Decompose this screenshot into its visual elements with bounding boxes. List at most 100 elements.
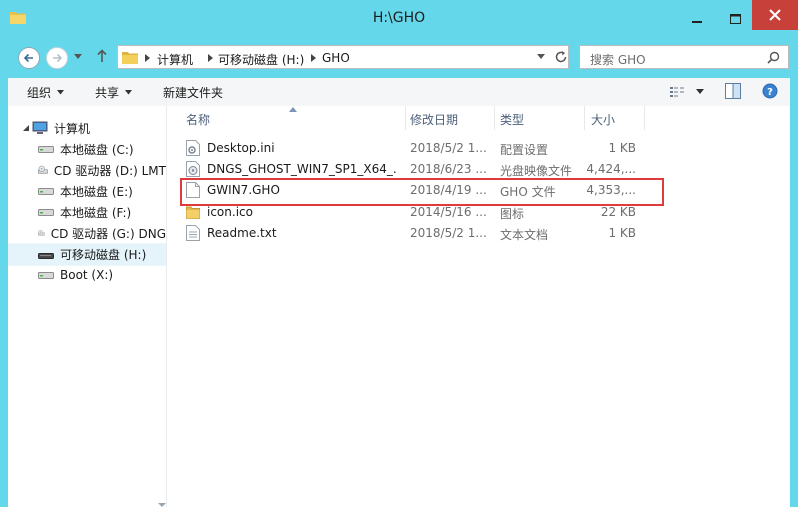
nav-item-drive-x[interactable]: Boot (X:) — [8, 265, 166, 285]
search-box[interactable]: 搜索 GHO — [579, 45, 789, 69]
file-name: icon.ico — [207, 205, 253, 219]
new-folder-label: 新建文件夹 — [163, 86, 224, 100]
back-button[interactable] — [18, 47, 40, 69]
column-date-label: 修改日期 — [410, 112, 459, 127]
file-date: 2018/5/2 1... — [410, 226, 487, 240]
title-bar[interactable]: H:\GHO — [0, 0, 798, 38]
nav-label: 可移动磁盘 (H:) — [60, 248, 147, 262]
nav-label: 本地磁盘 (F:) — [60, 205, 132, 220]
nav-item-drive-f[interactable]: 本地磁盘 (F:) — [8, 202, 166, 222]
window-title: H:\GHO — [372, 10, 426, 26]
nav-item-drive-g[interactable]: CD 驱动器 (G:) DNG — [8, 223, 166, 243]
file-date: 2014/5/16 ... — [410, 205, 487, 219]
file-row[interactable]: Readme.txt 2018/5/2 1... 文本文档 1 KB — [167, 223, 667, 244]
share-button[interactable]: 共享 — [95, 84, 133, 101]
nav-item-drive-c[interactable]: 本地磁盘 (C:) — [8, 139, 166, 159]
close-icon — [769, 9, 781, 21]
column-divider[interactable] — [494, 106, 495, 130]
nav-item-drive-h[interactable]: 可移动磁盘 (H:) — [8, 243, 166, 266]
svg-text:?: ? — [767, 87, 773, 98]
collapse-triangle-icon[interactable] — [23, 125, 29, 131]
scrollbar-arrow-icon[interactable] — [158, 500, 166, 507]
chevron-down-icon — [125, 90, 133, 95]
minimize-icon — [692, 21, 702, 23]
breadcrumb-separator-icon[interactable] — [208, 54, 213, 62]
cd-drive-icon — [38, 165, 48, 174]
content-area: 计算机 本地磁盘 (C:) CD 驱动器 (D:) LMT 本地磁盘 (E:) … — [8, 106, 790, 507]
organize-label: 组织 — [27, 86, 52, 100]
text-file-icon — [186, 225, 200, 241]
nav-item-drive-e[interactable]: 本地磁盘 (E:) — [8, 181, 166, 201]
file-row[interactable]: DNGS_GHOST_WIN7_SP1_X64_... 2018/6/23 ..… — [167, 159, 667, 180]
new-folder-button[interactable]: 新建文件夹 — [163, 84, 223, 101]
nav-label: 本地磁盘 (C:) — [60, 142, 134, 157]
hard-drive-icon — [38, 188, 54, 195]
file-type: 文本文档 — [500, 228, 549, 242]
address-bar[interactable]: 计算机 可移动磁盘 (H:) GHO — [117, 45, 569, 69]
change-view-button[interactable] — [670, 86, 686, 101]
explorer-window: H:\GHO 计算机 可移动磁盘 (H:) GHO 搜索 GHO 组织 共享 新… — [0, 0, 798, 507]
nav-item-computer[interactable]: 计算机 — [8, 118, 166, 138]
file-type: 图标 — [500, 207, 525, 221]
help-icon: ? — [762, 83, 778, 99]
recent-locations-chevron-icon[interactable] — [74, 54, 82, 60]
hard-drive-icon — [38, 209, 54, 216]
nav-item-drive-d[interactable]: CD 驱动器 (D:) LMT — [8, 160, 166, 180]
nav-label: 本地磁盘 (E:) — [60, 184, 133, 199]
maximize-icon — [729, 14, 741, 24]
breadcrumb-separator-icon[interactable] — [145, 54, 150, 62]
computer-icon — [32, 121, 48, 134]
nav-label: 计算机 — [54, 121, 91, 136]
minimize-button[interactable] — [680, 6, 714, 32]
column-type-label: 类型 — [500, 112, 525, 127]
usb-drive-icon — [38, 252, 54, 259]
column-size-label: 大小 — [591, 112, 616, 127]
column-divider[interactable] — [644, 106, 645, 130]
arrow-right-icon — [53, 53, 63, 63]
file-type: 配置设置 — [500, 143, 549, 157]
close-button[interactable] — [752, 0, 798, 30]
file-size: 1 KB — [608, 226, 636, 240]
column-header-type[interactable]: 类型 — [500, 106, 580, 132]
breadcrumb-removable-disk[interactable]: 可移动磁盘 (H:) — [218, 51, 304, 68]
forward-button[interactable] — [46, 47, 68, 69]
folder-icon — [122, 52, 138, 64]
column-header-size[interactable]: 大小 — [591, 106, 641, 132]
help-button[interactable]: ? — [762, 83, 778, 102]
up-arrow-icon[interactable] — [96, 49, 108, 63]
column-divider[interactable] — [584, 106, 585, 130]
breadcrumb-computer[interactable]: 计算机 — [157, 51, 193, 68]
command-bar: 组织 共享 新建文件夹 ? — [8, 78, 790, 107]
file-list: 名称 修改日期 类型 大小 Desktop.ini 2018/5/2 1... … — [167, 106, 790, 507]
breadcrumb-separator-icon[interactable] — [311, 54, 316, 62]
arrow-left-icon — [23, 53, 33, 63]
file-date: 2018/6/23 ... — [410, 162, 487, 176]
preview-pane-button[interactable] — [725, 83, 741, 102]
column-name-label: 名称 — [186, 112, 211, 127]
file-name: Desktop.ini — [207, 141, 275, 155]
file-size: 4,424,... — [586, 162, 636, 176]
file-row[interactable]: Desktop.ini 2018/5/2 1... 配置设置 1 KB — [167, 138, 667, 159]
share-label: 共享 — [95, 86, 120, 100]
view-list-icon — [670, 87, 684, 97]
file-type: 光盘映像文件 — [500, 164, 573, 178]
view-options-chevron-icon[interactable] — [696, 89, 704, 95]
address-row: 计算机 可移动磁盘 (H:) GHO 搜索 GHO — [8, 38, 790, 78]
file-size: 22 KB — [600, 205, 636, 219]
search-icon[interactable] — [767, 51, 780, 64]
nav-label: Boot (X:) — [60, 268, 114, 282]
column-header-name[interactable]: 名称 — [186, 106, 406, 132]
column-header-date[interactable]: 修改日期 — [410, 106, 494, 132]
refresh-icon[interactable] — [554, 50, 568, 64]
search-placeholder[interactable]: 搜索 GHO — [590, 51, 646, 68]
maximize-button[interactable] — [718, 6, 752, 32]
settings-file-icon — [186, 140, 200, 156]
organize-button[interactable]: 组织 — [27, 84, 65, 101]
chevron-down-icon[interactable] — [537, 54, 545, 60]
column-divider[interactable] — [405, 106, 406, 130]
image-file-icon — [186, 206, 200, 219]
hard-drive-icon — [38, 272, 54, 279]
breadcrumb-gho[interactable]: GHO — [322, 51, 350, 65]
chevron-down-icon — [57, 90, 65, 95]
navigation-pane[interactable]: 计算机 本地磁盘 (C:) CD 驱动器 (D:) LMT 本地磁盘 (E:) … — [8, 106, 167, 507]
